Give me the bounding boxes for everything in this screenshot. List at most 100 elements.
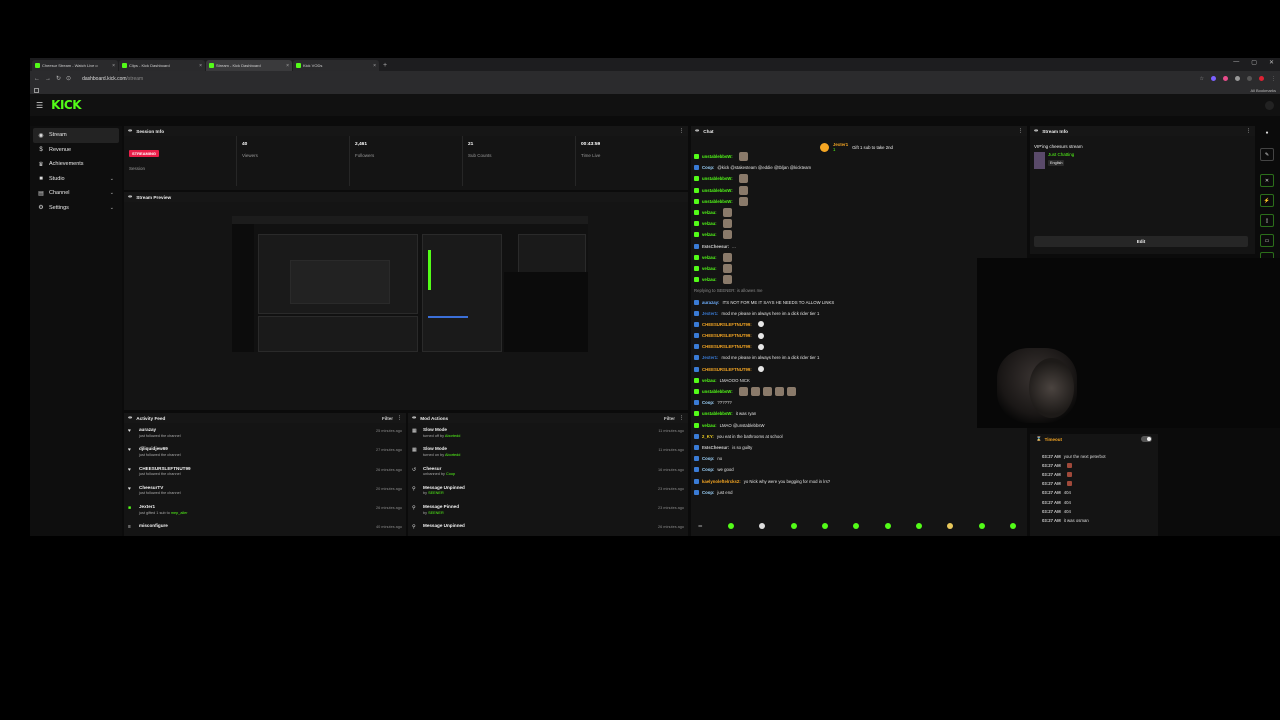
more-options-icon[interactable]: ⋮ — [679, 128, 684, 134]
chat-settings-icon[interactable]: ⚌ — [698, 523, 702, 529]
more-options-icon[interactable]: ⋮ — [397, 415, 402, 421]
emote-icon[interactable] — [727, 523, 734, 529]
site-info-icon[interactable]: ⊙ — [66, 75, 71, 82]
kick-logo[interactable]: KICK — [51, 98, 81, 112]
chat-username[interactable]: velzau: — [702, 378, 717, 383]
chat-username[interactable]: CHEESURSLEFTNUT99: — [702, 333, 752, 338]
chat-username[interactable]: Coop: — [702, 400, 714, 405]
all-bookmarks[interactable]: All Bookmarks — [1250, 88, 1276, 93]
extension-icon[interactable] — [1211, 76, 1216, 81]
chat-username[interactable]: ItsIsCheesur: — [702, 244, 729, 249]
stream-category[interactable]: Just Chatting — [1048, 152, 1083, 157]
reload-icon[interactable]: ↻ — [56, 75, 61, 82]
emote-icon[interactable] — [978, 523, 985, 529]
emote-icon[interactable] — [947, 523, 954, 529]
chat-username[interactable]: unstablebbsW: — [702, 411, 733, 416]
chat-username[interactable]: Jexter1: — [702, 355, 718, 360]
new-tab-button[interactable]: + — [383, 60, 387, 71]
activity-user[interactable]: djliquidjew69 — [139, 446, 371, 451]
moderator-name[interactable]: Abortedd — [445, 434, 460, 438]
sidebar-item-achievements[interactable]: ♛ Achievements — [33, 157, 119, 172]
sidebar-item-revenue[interactable]: $ Revenue — [33, 143, 119, 158]
extensions-puzzle-icon[interactable] — [1235, 76, 1240, 81]
chat-username[interactable]: kaelynoleftelrcks2: — [702, 479, 741, 484]
sidebar-item-studio[interactable]: ■ Studio ⌄ — [33, 172, 119, 187]
chat-username[interactable]: Coop: — [702, 467, 714, 472]
moderator-name[interactable]: Coop — [446, 472, 455, 476]
drag-handle-icon[interactable]: ⇹ — [1034, 128, 1038, 134]
activity-recipient[interactable]: mep_aller — [171, 511, 188, 515]
chat-username[interactable]: velzau: — [702, 423, 717, 428]
lightning-icon[interactable]: ⚡ — [1260, 194, 1274, 207]
hamburger-menu-icon[interactable]: ☰ — [36, 101, 43, 110]
activity-user[interactable]: Jexter1 — [139, 504, 371, 509]
extension-icon[interactable] — [1223, 76, 1228, 81]
forward-icon[interactable]: → — [45, 76, 51, 82]
menu-kebab-icon[interactable]: ⋮ — [1271, 76, 1276, 82]
chat-username[interactable]: 2_KY: — [702, 434, 714, 439]
emote-icon[interactable] — [759, 523, 766, 529]
more-options-icon[interactable]: ⋮ — [679, 415, 684, 421]
chat-username[interactable]: CHEESURSLEFTNUT99: — [702, 367, 752, 372]
chat-username[interactable]: unstablebbsW: — [702, 188, 733, 193]
drag-handle-icon[interactable]: ⇹ — [412, 415, 416, 421]
more-options-icon[interactable]: ⋮ — [1246, 128, 1251, 134]
chat-username[interactable]: velzau: — [702, 221, 717, 226]
emote-icon[interactable] — [915, 523, 922, 529]
stream-preview-video[interactable] — [232, 216, 588, 352]
close-window-button[interactable]: ✕ — [1269, 59, 1274, 66]
browser-tab-1[interactable]: Cheesur Stream - Watch Live o × — [32, 60, 118, 71]
chat-username[interactable]: Coop: — [702, 165, 714, 170]
document-icon[interactable]: ▯ — [1260, 214, 1274, 227]
minimize-button[interactable]: — — [1233, 59, 1239, 66]
moderator-name[interactable]: Abortedd — [445, 453, 460, 457]
emote-icon[interactable] — [790, 523, 797, 529]
chat-username[interactable]: velzau: — [702, 266, 717, 271]
chat-username[interactable]: unstablebbsW: — [702, 176, 733, 181]
chat-username[interactable]: velzau: — [702, 210, 717, 215]
moderator-name[interactable]: SEENER — [428, 511, 444, 515]
pencil-icon[interactable]: ✎ — [1260, 148, 1274, 161]
apps-grid-icon[interactable] — [34, 87, 39, 93]
timeout-toggle[interactable] — [1141, 436, 1152, 442]
close-icon[interactable]: ✕ — [1260, 174, 1274, 187]
chat-username[interactable]: velzau: — [702, 232, 717, 237]
bookmark-star-icon[interactable]: ☆ — [1200, 76, 1204, 82]
back-icon[interactable]: ← — [34, 76, 40, 82]
activity-user[interactable]: CHEESURSLEFTNUT99 — [139, 466, 371, 471]
chat-username[interactable]: CHEESURSLEFTNUT99: — [702, 344, 752, 349]
drag-handle-icon[interactable]: ⇹ — [128, 128, 132, 134]
browser-tab-2[interactable]: Clips - Kick Dashboard × — [119, 60, 205, 71]
more-options-icon[interactable]: ⋮ — [1018, 128, 1023, 134]
sidebar-item-channel[interactable]: ▤ Channel ⌄ — [33, 186, 119, 201]
chat-username[interactable]: Coop: — [702, 490, 714, 495]
close-icon[interactable]: × — [199, 63, 202, 69]
emote-icon[interactable] — [884, 523, 891, 529]
browser-tab-4[interactable]: Kick VODs × — [293, 60, 379, 71]
close-icon[interactable]: × — [286, 63, 289, 69]
browser-tab-3[interactable]: Stream - Kick Dashboard × — [206, 60, 292, 71]
chat-username[interactable]: velzau: — [702, 255, 717, 260]
activity-user[interactable]: misconfigure — [139, 523, 371, 528]
chat-username[interactable]: unstablebbsW: — [702, 154, 733, 159]
chat-username[interactable]: Coop: — [702, 456, 714, 461]
drag-handle-icon[interactable]: ⇹ — [695, 128, 699, 134]
sidepanel-icon[interactable] — [1247, 76, 1252, 81]
chat-messages[interactable]: unstablebbsW: Coop: @kick @stakesteam @edd… — [694, 151, 1022, 506]
edit-button[interactable]: Edit — [1034, 236, 1248, 247]
chat-username[interactable]: Jexter1: — [702, 311, 718, 316]
activity-user[interactable]: aurazay — [139, 427, 371, 432]
emote-icon[interactable] — [821, 523, 828, 529]
sidebar-item-settings[interactable]: ⚙ Settings ⌄ — [33, 201, 119, 216]
chat-username[interactable]: CHEESURSLEFTNUT99: — [702, 322, 752, 327]
chat-username[interactable]: aurazay: — [702, 300, 719, 305]
filter-button[interactable]: Filter — [382, 416, 393, 421]
close-icon[interactable]: × — [373, 63, 376, 69]
filter-button[interactable]: Filter — [664, 416, 675, 421]
chat-bubble-icon[interactable]: ▭ — [1260, 234, 1274, 247]
activity-user[interactable]: CheesurTV — [139, 485, 371, 490]
drag-handle-icon[interactable]: ⇹ — [128, 415, 132, 421]
avatar[interactable] — [1265, 100, 1274, 110]
sidebar-item-stream[interactable]: ◉ Stream — [33, 128, 119, 143]
moderator-name[interactable]: SEENER — [428, 491, 444, 495]
